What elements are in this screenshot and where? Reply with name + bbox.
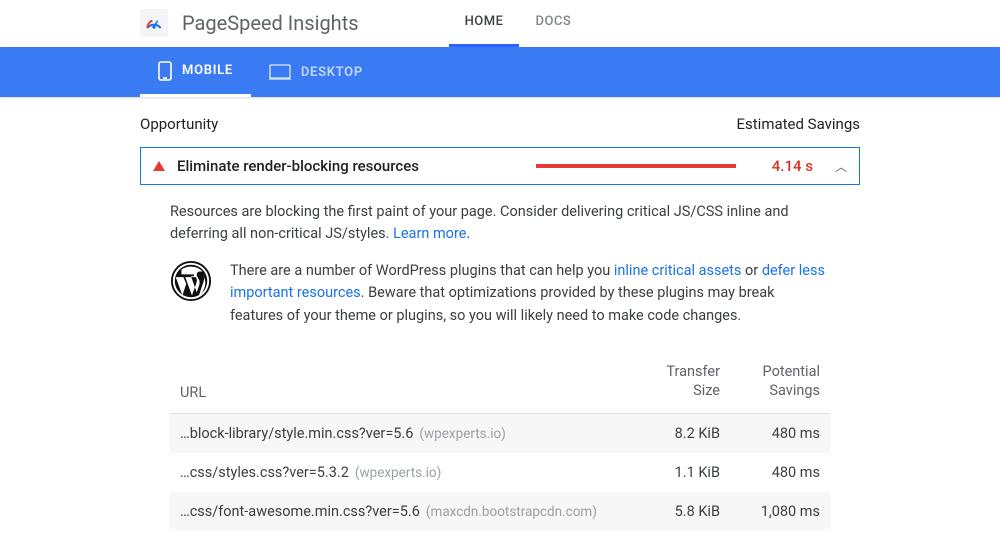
resource-path: …block-library/style.min.css?ver=5.6 — [180, 425, 413, 442]
resource-host: (wpexperts.io) — [419, 426, 505, 442]
th-transfer-size: TransferSize — [620, 363, 720, 401]
learn-more-link[interactable]: Learn more — [393, 225, 466, 242]
section-header: Opportunity Estimated Savings — [140, 115, 860, 133]
tab-docs[interactable]: DOCS — [519, 0, 587, 47]
th-url: URL — [180, 363, 620, 401]
table-row: …css/styles.css?ver=5.3.2(wpexperts.io) … — [170, 453, 830, 492]
device-label: DESKTOP — [301, 65, 363, 80]
mobile-icon — [158, 61, 172, 81]
potential-savings: 1,080 ms — [720, 503, 820, 520]
wordpress-hint: There are a number of WordPress plugins … — [140, 246, 860, 327]
table-row: …css/font-awesome.min.css?ver=5.6 (maxcdn… — [170, 492, 830, 531]
device-tab-desktop[interactable]: DESKTOP — [251, 47, 381, 97]
warning-triangle-icon — [153, 161, 165, 171]
table-body: …block-library/style.min.css?ver=5.6 (wpe… — [170, 414, 830, 531]
brand-title: PageSpeed Insights — [182, 11, 359, 35]
inline-assets-link[interactable]: inline critical assets — [614, 262, 742, 279]
savings-value: 4.14 s — [772, 157, 813, 175]
wordpress-hint-text: There are a number of WordPress plugins … — [230, 260, 830, 327]
potential-savings: 480 ms — [720, 425, 820, 442]
opportunity-title: Eliminate render-blocking resources — [177, 157, 419, 175]
top-tabs: HOME DOCS — [449, 0, 588, 47]
app-header: PageSpeed Insights HOME DOCS — [0, 0, 1000, 47]
resource-path: …css/font-awesome.min.css?ver=5.6 — [180, 503, 420, 520]
table-header: URL TransferSize PotentialSavings — [170, 351, 830, 414]
main-content: Opportunity Estimated Savings Eliminate … — [0, 97, 1000, 531]
desktop-icon — [269, 64, 291, 80]
savings-bar-fill — [536, 164, 736, 168]
col-est-savings: Estimated Savings — [737, 115, 861, 133]
transfer-size: 5.8 KiB — [620, 503, 720, 520]
tab-home[interactable]: HOME — [449, 0, 520, 47]
chevron-up-icon: ︿ — [835, 158, 847, 175]
resource-host: (wpexperts.io) — [355, 465, 441, 481]
col-opportunity: Opportunity — [140, 115, 218, 133]
potential-savings: 480 ms — [720, 464, 820, 481]
table-row: …block-library/style.min.css?ver=5.6 (wpe… — [170, 414, 830, 453]
opportunity-description: Resources are blocking the first paint o… — [140, 185, 860, 246]
device-tab-mobile[interactable]: MOBILE — [140, 47, 251, 97]
transfer-size: 1.1 KiB — [620, 464, 720, 481]
resource-host: (maxcdn.bootstrapcdn.com) — [426, 504, 597, 520]
resources-table: URL TransferSize PotentialSavings …block… — [170, 351, 830, 531]
transfer-size: 8.2 KiB — [620, 425, 720, 442]
brand-block: PageSpeed Insights — [140, 9, 359, 37]
savings-bar — [536, 164, 736, 168]
app-logo-icon — [140, 9, 168, 37]
th-potential-savings: PotentialSavings — [720, 363, 820, 401]
opportunity-row[interactable]: Eliminate render-blocking resources 4.14… — [140, 147, 860, 185]
wordpress-icon — [170, 260, 212, 302]
device-tabs: MOBILE DESKTOP — [0, 47, 1000, 97]
resource-path: …css/styles.css?ver=5.3.2 — [180, 464, 349, 481]
device-label: MOBILE — [182, 63, 233, 78]
